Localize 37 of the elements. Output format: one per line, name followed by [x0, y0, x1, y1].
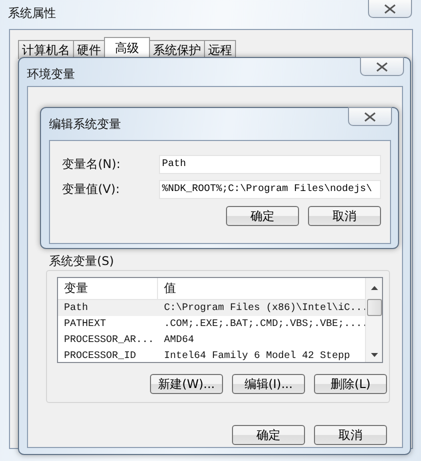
variable-name: PATHEXT — [63, 318, 108, 330]
column-header[interactable]: 变量 — [58, 278, 158, 299]
dialog-title: 编辑系统变量 — [49, 116, 121, 133]
dialog-button[interactable]: 确定 — [232, 425, 305, 445]
group-label: 系统变量(S) — [48, 253, 115, 270]
variable-name: Path — [63, 302, 90, 314]
list-row[interactable]: Path C:\Program Files (x86)\Intel\iC... — [58, 300, 365, 316]
variable-name: PROCESSOR_AR... — [63, 334, 156, 346]
input-field[interactable]: Path — [159, 155, 381, 174]
window-title: 系统属性 — [8, 5, 56, 22]
dialog-button[interactable]: 新建(W)... — [150, 374, 223, 394]
dialog-button[interactable]: 编辑(I)... — [232, 374, 305, 394]
field-label: 变量名(N): — [62, 156, 120, 173]
dialog-button[interactable]: 删除(L) — [314, 374, 387, 394]
list-row[interactable]: PROCESSOR_AR... AMD64 — [58, 332, 365, 348]
close-button[interactable] — [368, 0, 412, 18]
column-header[interactable]: 值 — [158, 278, 365, 299]
close-button[interactable] — [360, 57, 404, 76]
variable-value: Intel64 Family 6 Model 42 Stepp — [163, 350, 352, 362]
field-label: 变量值(V): — [62, 181, 120, 198]
dialog-title: 环境变量 — [27, 66, 75, 83]
tab[interactable]: 高级 — [104, 37, 150, 59]
dialog-button[interactable]: 取消 — [308, 206, 381, 226]
scroll-thumb[interactable] — [366, 299, 382, 316]
scroll-up-icon[interactable] — [370, 286, 378, 290]
scroll-down-icon[interactable] — [370, 353, 378, 357]
variable-name: PROCESSOR_ID — [63, 350, 138, 362]
close-icon — [376, 62, 388, 72]
variable-value: AMD64 — [163, 334, 196, 346]
close-icon — [384, 4, 396, 14]
dialog-button[interactable]: 取消 — [314, 425, 387, 445]
input-field[interactable]: %NDK_ROOT%;C:\Program Files\nodejs\ — [159, 180, 381, 199]
list-row[interactable]: PROCESSOR_ID Intel64 Family 6 Model 42 Stepp — [58, 348, 365, 362]
close-button[interactable] — [348, 107, 392, 126]
scrollbar[interactable] — [365, 278, 382, 362]
close-icon — [364, 112, 376, 122]
dialog-button[interactable]: 确定 — [226, 206, 299, 226]
